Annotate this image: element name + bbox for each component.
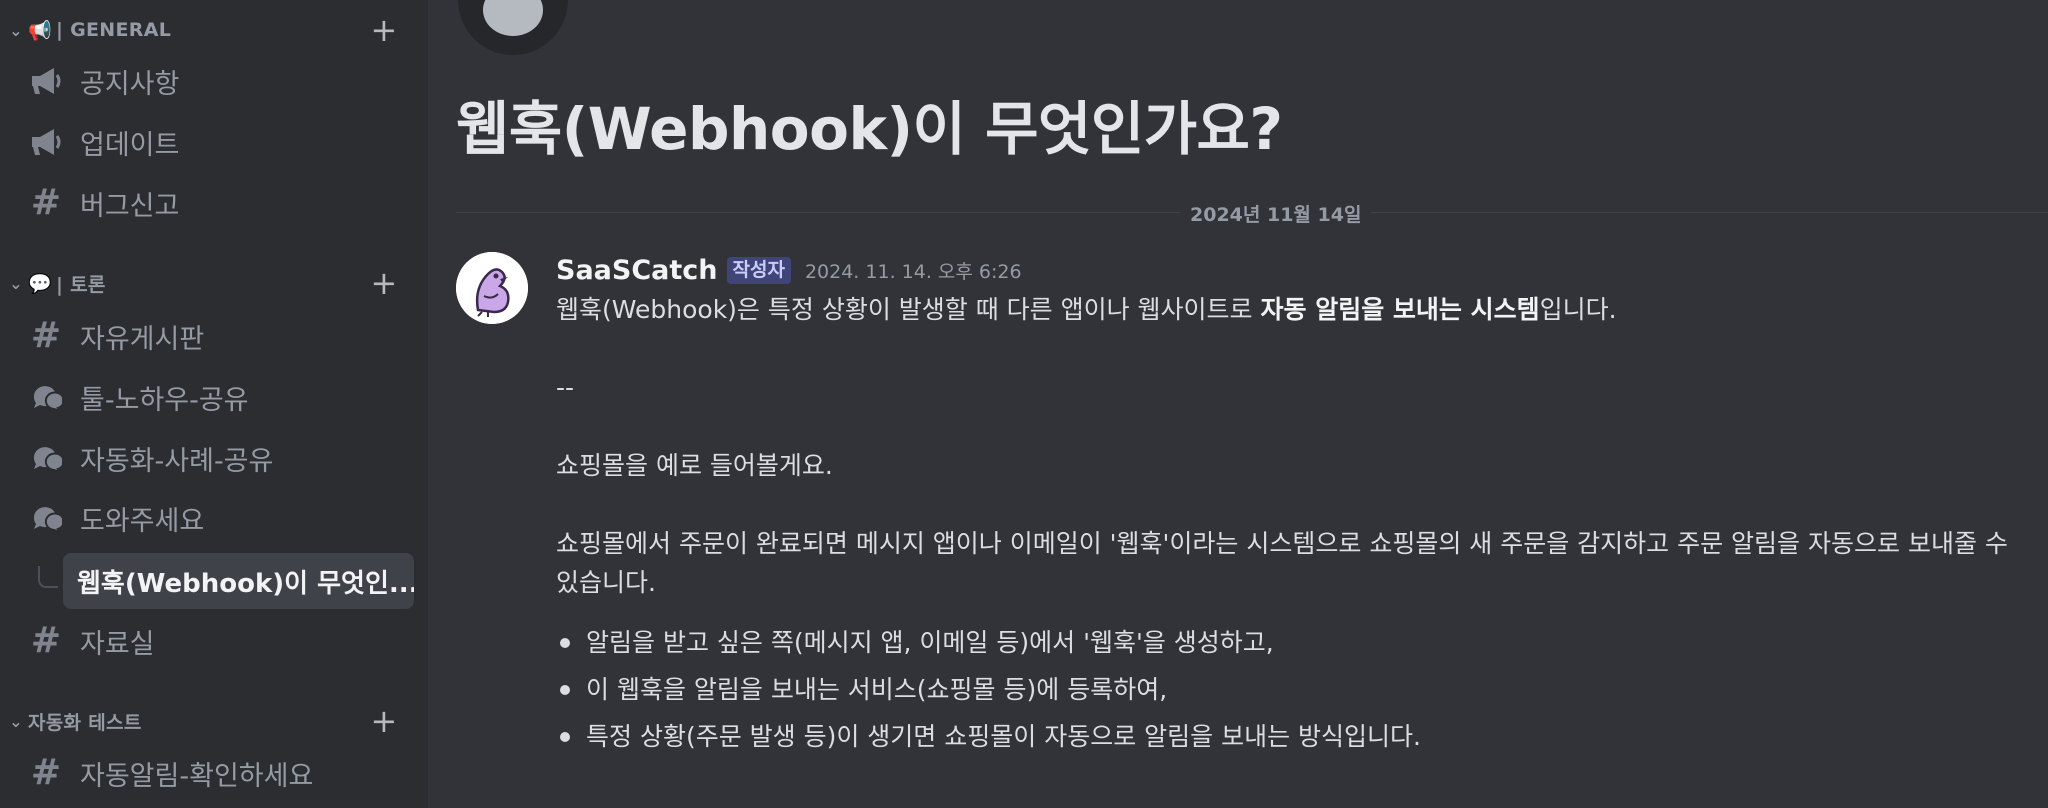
chevron-down-icon: ⌄ (9, 711, 23, 731)
author-tag-badge: 작성자 (726, 256, 791, 284)
megaphone-icon (28, 63, 64, 99)
date-divider-label: 2024년 11월 14일 (1180, 200, 1372, 227)
message-line-intro: 웹훅(Webhook)은 특정 상황이 발생할 때 다른 앱이나 웹사이트로 자… (556, 295, 1617, 324)
sidebar-item-tool-knowhow[interactable]: 툴-노하우-공유 (18, 370, 414, 424)
forum-icon (28, 500, 64, 536)
forum-icon (28, 440, 64, 476)
sidebar-item-active-thread[interactable]: 웹훅(Webhook)이 무엇인... (63, 553, 414, 609)
hash-icon: # (30, 620, 62, 661)
category-label: | 토론 (55, 273, 106, 296)
bullet-icon (560, 732, 570, 742)
bird-avatar-icon (456, 252, 528, 324)
megaphone-emoji-icon: 📢 (28, 19, 52, 42)
author-name[interactable]: SaaSCatch (556, 255, 718, 286)
hash-icon: # (30, 182, 62, 223)
hash-icon: # (30, 752, 62, 793)
channel-sidebar: ⌄ 📢 | GENERAL + 공지사항 업데이트 # 버그신고 ⌄ 💬 | 토… (0, 0, 428, 808)
category-general[interactable]: ⌄ 📢 | GENERAL + (0, 11, 428, 49)
add-channel-button[interactable]: + (370, 11, 398, 49)
list-item: 이 웹훅을 알림을 보내는 서비스(쇼핑몰 등)에 등록하여, (556, 666, 2036, 713)
message-timestamp: 2024. 11. 14. 오후 6:26 (804, 260, 1022, 283)
sidebar-item-free-board[interactable]: # 자유게시판 (18, 309, 414, 363)
channel-label: 업데이트 (80, 129, 180, 161)
chevron-down-icon: ⌄ (9, 273, 23, 293)
speech-bubble-emoji-icon: 💬 (28, 272, 52, 295)
post-view: 웹훅(Webhook)이 무엇인가요? 2024년 11월 14일 SaaSCa… (428, 0, 2048, 808)
avatar[interactable] (456, 252, 528, 324)
message-line-example: 쇼핑몰을 예로 들어볼게요. (556, 451, 833, 480)
channel-label: 도와주세요 (80, 505, 205, 537)
sidebar-item-announcements[interactable]: 공지사항 (18, 54, 414, 108)
bullet-icon (560, 638, 570, 648)
sidebar-item-auto-alert[interactable]: # 자동알림-확인하세요 (18, 746, 414, 800)
list-item: 알림을 받고 싶은 쪽(메시지 앱, 이메일 등)에서 '웹훅'을 생성하고, (556, 619, 2036, 666)
sidebar-item-bug-report[interactable]: # 버그신고 (18, 176, 414, 230)
channel-label: 자료실 (80, 628, 155, 660)
channel-label: 자동알림-확인하세요 (80, 760, 314, 792)
hash-icon: # (30, 315, 62, 356)
sidebar-item-updates[interactable]: 업데이트 (18, 115, 414, 169)
thread-connector (38, 566, 58, 588)
megaphone-icon (28, 124, 64, 160)
bullet-icon (560, 685, 570, 695)
channel-label: 툴-노하우-공유 (80, 384, 249, 416)
chevron-down-icon: ⌄ (9, 20, 23, 40)
category-label: | GENERAL (55, 19, 172, 41)
channel-label: 자유게시판 (80, 323, 205, 355)
channel-label: 버그신고 (80, 190, 180, 222)
sidebar-item-resources[interactable]: # 자료실 (18, 614, 414, 668)
category-label: 자동화 테스트 (28, 711, 142, 734)
add-channel-button[interactable]: + (370, 264, 398, 302)
message-header: SaaSCatch 작성자 2024. 11. 14. 오후 6:26 (556, 252, 1022, 288)
message-bullet-list: 알림을 받고 싶은 쪽(메시지 앱, 이메일 등)에서 '웹훅'을 생성하고, … (556, 619, 2036, 760)
add-channel-button[interactable]: + (370, 702, 398, 740)
message-separator: -- (556, 373, 575, 402)
sidebar-item-automation-cases[interactable]: 자동화-사례-공유 (18, 431, 414, 485)
category-discussion[interactable]: ⌄ 💬 | 토론 + (0, 264, 428, 302)
bold-text: 자동 알림을 보내는 시스템 (1260, 295, 1540, 324)
sidebar-item-help[interactable]: 도와주세요 (18, 491, 414, 545)
forum-post-icon (458, 0, 568, 55)
message-line-explanation: 쇼핑몰에서 주문이 완료되면 메시지 앱이나 이메일이 '웹훅'이라는 시스템으… (556, 529, 2008, 597)
channel-label: 공지사항 (80, 68, 180, 100)
post-title: 웹훅(Webhook)이 무엇인가요? (456, 95, 1283, 163)
category-automation-test[interactable]: ⌄ 자동화 테스트 + (0, 702, 428, 740)
forum-icon (28, 379, 64, 415)
message-body: 웹훅(Webhook)은 특정 상황이 발생할 때 다른 앱이나 웹사이트로 자… (556, 290, 2036, 760)
list-item: 특정 상황(주문 발생 등)이 생기면 쇼핑몰이 자동으로 알림을 보내는 방식… (556, 713, 2036, 760)
channel-label: 자동화-사례-공유 (80, 445, 274, 477)
